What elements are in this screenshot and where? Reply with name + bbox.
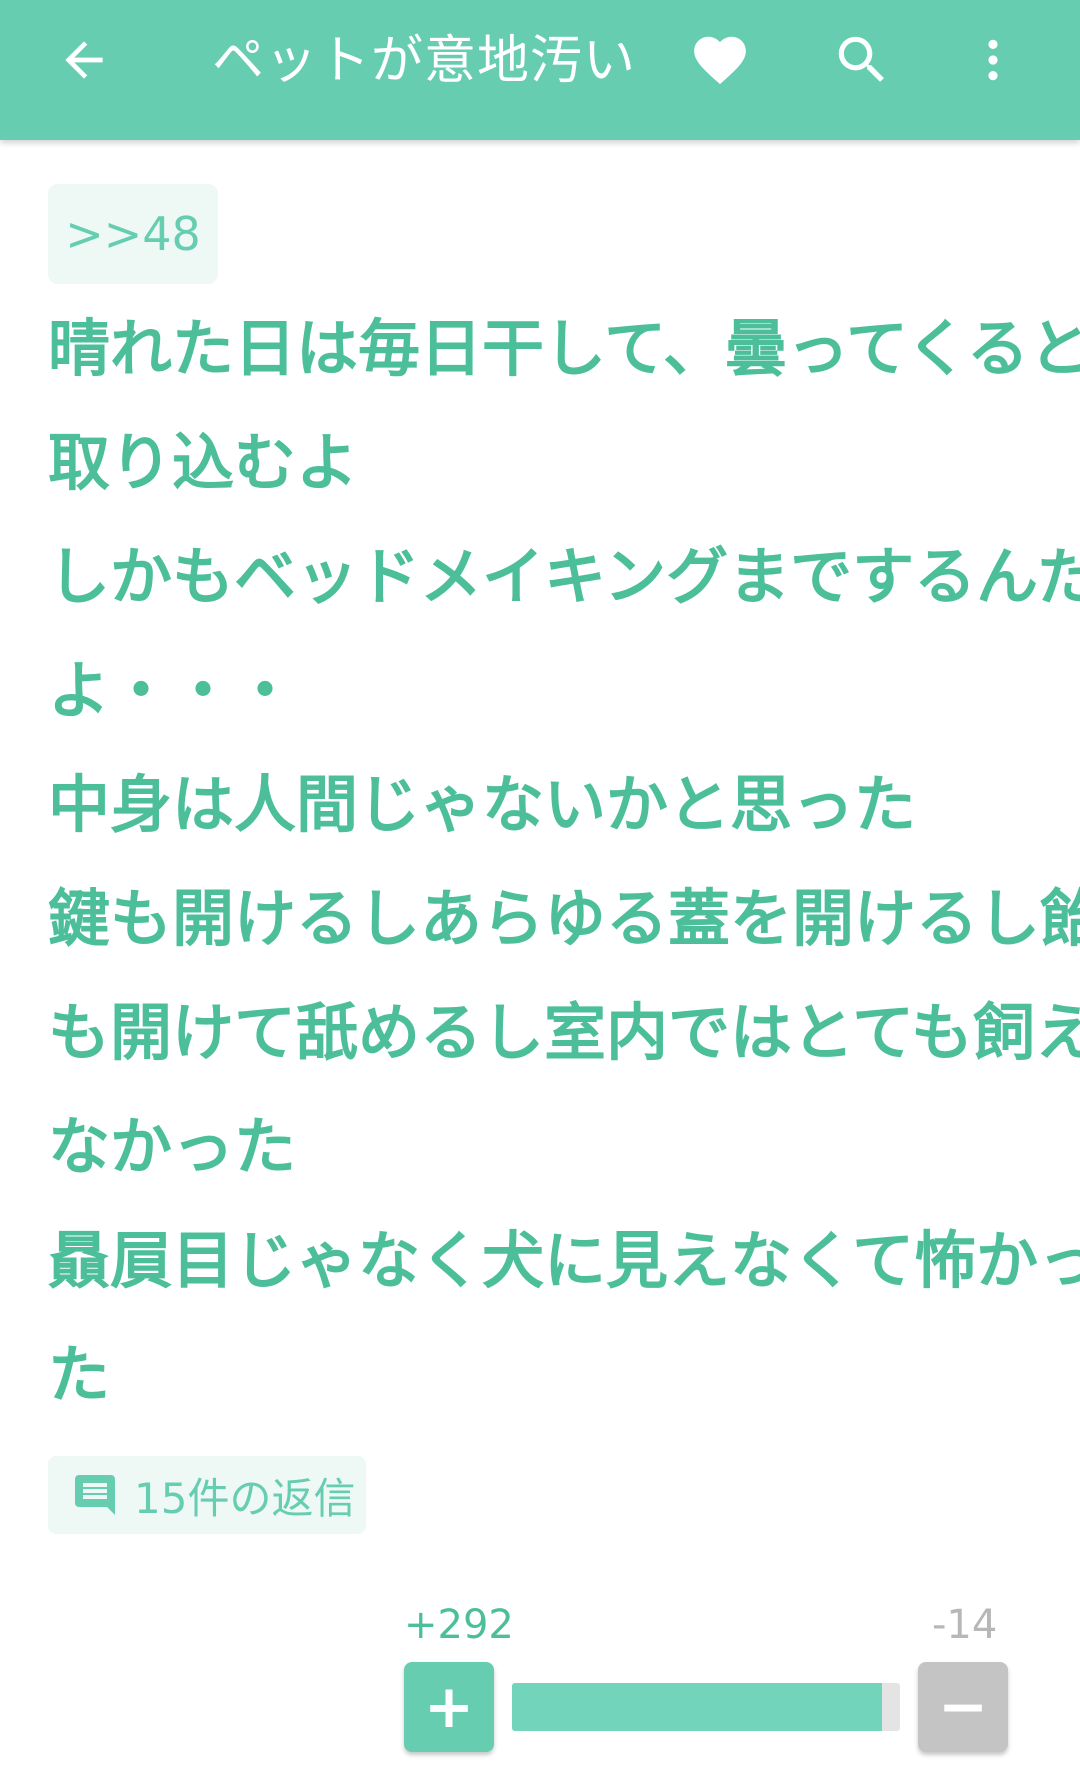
post-body-line: なかった bbox=[48, 1110, 297, 1183]
replies-count-label: 15件の返信 bbox=[134, 1473, 356, 1523]
post-body-line: た bbox=[48, 1338, 111, 1411]
post-body-line: 中身は人間じゃないかと思った bbox=[48, 768, 917, 841]
search-button[interactable] bbox=[822, 0, 902, 120]
post-body-line: 贔屓目じゃなく犬に見えなくて怖かっ bbox=[48, 1224, 1080, 1297]
post-body-line: も開けて舐めるし室内ではとても飼え bbox=[48, 996, 1080, 1069]
post-body-line: 取り込むよ bbox=[48, 426, 359, 499]
downvote-button[interactable]: − bbox=[918, 1662, 1008, 1752]
page-title: ペットが意地汚い bbox=[212, 31, 637, 91]
post-body-line: 鍵も開けるしあらゆる蓋を開けるし飴 bbox=[48, 882, 1080, 955]
post-body-line: よ・・・ bbox=[48, 654, 297, 727]
upvote-button[interactable]: + bbox=[404, 1662, 494, 1752]
post-body: 晴れた日は毎日干して、曇ってくると 取り込むよ しかもベッドメイキングまでするん… bbox=[48, 292, 1080, 1432]
more-vert-icon bbox=[988, 39, 998, 81]
search-icon bbox=[838, 36, 884, 82]
upvote-count: +292 bbox=[404, 1602, 514, 1648]
replies-button[interactable]: 15件の返信 bbox=[48, 1456, 366, 1534]
comment-icon bbox=[70, 1470, 120, 1520]
app-bar: ペットが意地汚い bbox=[0, 0, 1080, 140]
back-button[interactable] bbox=[44, 0, 124, 120]
vote-ratio-fill bbox=[512, 1683, 883, 1731]
downvote-count: -14 bbox=[932, 1602, 998, 1648]
post-body-line: しかもベッドメイキングまでするんだ bbox=[48, 540, 1080, 613]
quote-reference-link[interactable]: >>48 bbox=[48, 184, 218, 284]
favorite-button[interactable] bbox=[680, 0, 760, 120]
arrow-left-icon bbox=[65, 41, 103, 79]
heart-icon bbox=[694, 36, 746, 85]
overflow-menu-button[interactable] bbox=[968, 0, 1018, 120]
vote-ratio-bar bbox=[512, 1683, 900, 1731]
post-body-line: 晴れた日は毎日干して、曇ってくると bbox=[48, 312, 1080, 385]
